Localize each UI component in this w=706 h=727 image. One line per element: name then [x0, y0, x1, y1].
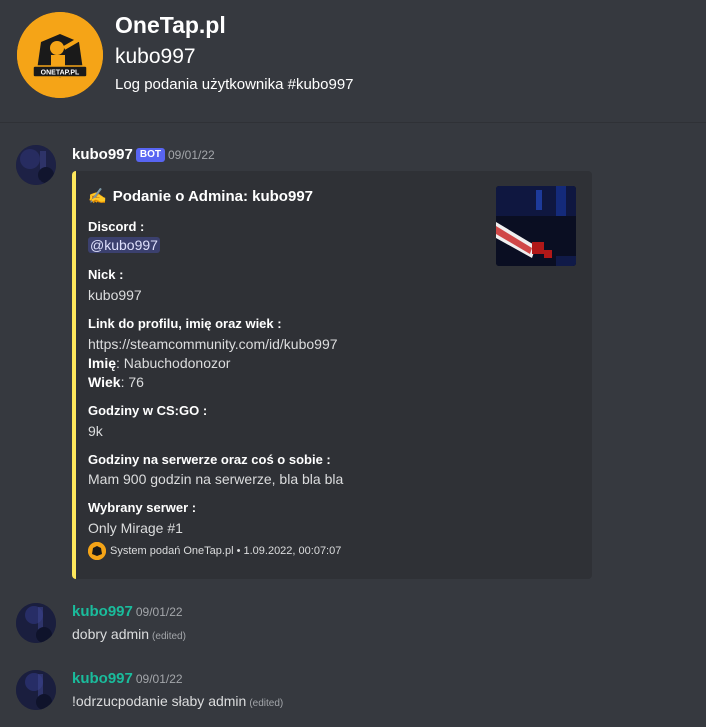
server-name: OneTap.pl — [115, 12, 226, 38]
writing-hand-icon: ✍ — [88, 188, 107, 205]
field-value-discord: @kubo997 — [88, 237, 160, 253]
label-wiek: Wiek — [88, 374, 121, 390]
field-value-link: https://steamcommunity.com/id/kubo997 — [88, 336, 338, 352]
server-logo-icon: ONETAP.PL — [17, 12, 103, 98]
timestamp: 09/01/22 — [135, 672, 183, 686]
field-name-link: Link do profilu, imię oraz wiek : — [88, 316, 282, 331]
field-name-nick: Nick : — [88, 267, 124, 282]
embed-footer: System podań OneTap.pl • 1.09.2022, 00:0… — [88, 542, 341, 560]
embed-title: ✍ Podanie o Admina: kubo997 — [88, 187, 313, 205]
message-content: dobry admin (edited) — [72, 626, 186, 642]
message-content: !odrzucpodanie słaby admin (edited) — [72, 693, 283, 709]
timestamp: 09/01/22 — [167, 148, 215, 162]
field-value-imie: Imię: Nabuchodonozor — [88, 355, 230, 371]
channel-topic: Log podania użytkownika #kubo997 — [115, 76, 354, 93]
edited-label: (edited) — [152, 631, 186, 642]
field-value-server-hours: Mam 900 godzin na serwerze, bla bla bla — [88, 471, 344, 487]
field-value-hours: 9k — [88, 423, 103, 439]
label-imie: Imię — [88, 355, 117, 371]
embed: ✍ Podanie o Admina: kubo997 Discord : @ku… — [72, 171, 592, 579]
logo-text: ONETAP.PL — [41, 70, 80, 77]
footer-logo-icon — [88, 542, 106, 560]
message-text: dobry admin — [72, 626, 150, 642]
avatar[interactable] — [16, 145, 56, 185]
author-name[interactable]: kubo997 — [72, 670, 133, 687]
timestamp: 09/01/22 — [135, 605, 183, 619]
channel-header: ONETAP.PL OneTap.pl kubo997 Log podania … — [0, 0, 706, 123]
message-text: !odrzucpodanie słaby admin — [72, 693, 247, 709]
field-value-nick: kubo997 — [88, 287, 142, 303]
field-value-wiek: Wiek: 76 — [88, 374, 144, 390]
field-value-server: Only Mirage #1 — [88, 520, 183, 536]
message-header: kubo997 BOT 09/01/22 — [72, 146, 215, 164]
avatar[interactable] — [16, 603, 56, 643]
field-name-hours: Godziny w CS:GO : — [88, 403, 208, 418]
message-header: kubo997 09/01/22 — [72, 670, 183, 688]
author-name[interactable]: kubo997 — [72, 603, 133, 620]
value-imie: : Nabuchodonozor — [116, 355, 231, 371]
field-name-server-hours: Godziny na serwerze oraz coś o sobie : — [88, 452, 331, 467]
message-header: kubo997 09/01/22 — [72, 603, 183, 621]
field-name-discord: Discord : — [88, 219, 145, 234]
avatar[interactable] — [16, 670, 56, 710]
edited-label: (edited) — [249, 698, 284, 709]
user-mention[interactable]: @kubo997 — [88, 237, 160, 253]
embed-thumbnail[interactable] — [496, 186, 576, 266]
embed-title-text: Podanie o Admina: kubo997 — [112, 188, 313, 205]
value-wiek: : 76 — [120, 374, 144, 390]
channel-name: kubo997 — [115, 45, 196, 68]
author-name[interactable]: kubo997 — [72, 146, 133, 163]
footer-text: System podań OneTap.pl • 1.09.2022, 00:0… — [110, 545, 342, 557]
field-name-server: Wybrany serwer : — [88, 500, 197, 515]
bot-tag: BOT — [135, 148, 165, 162]
